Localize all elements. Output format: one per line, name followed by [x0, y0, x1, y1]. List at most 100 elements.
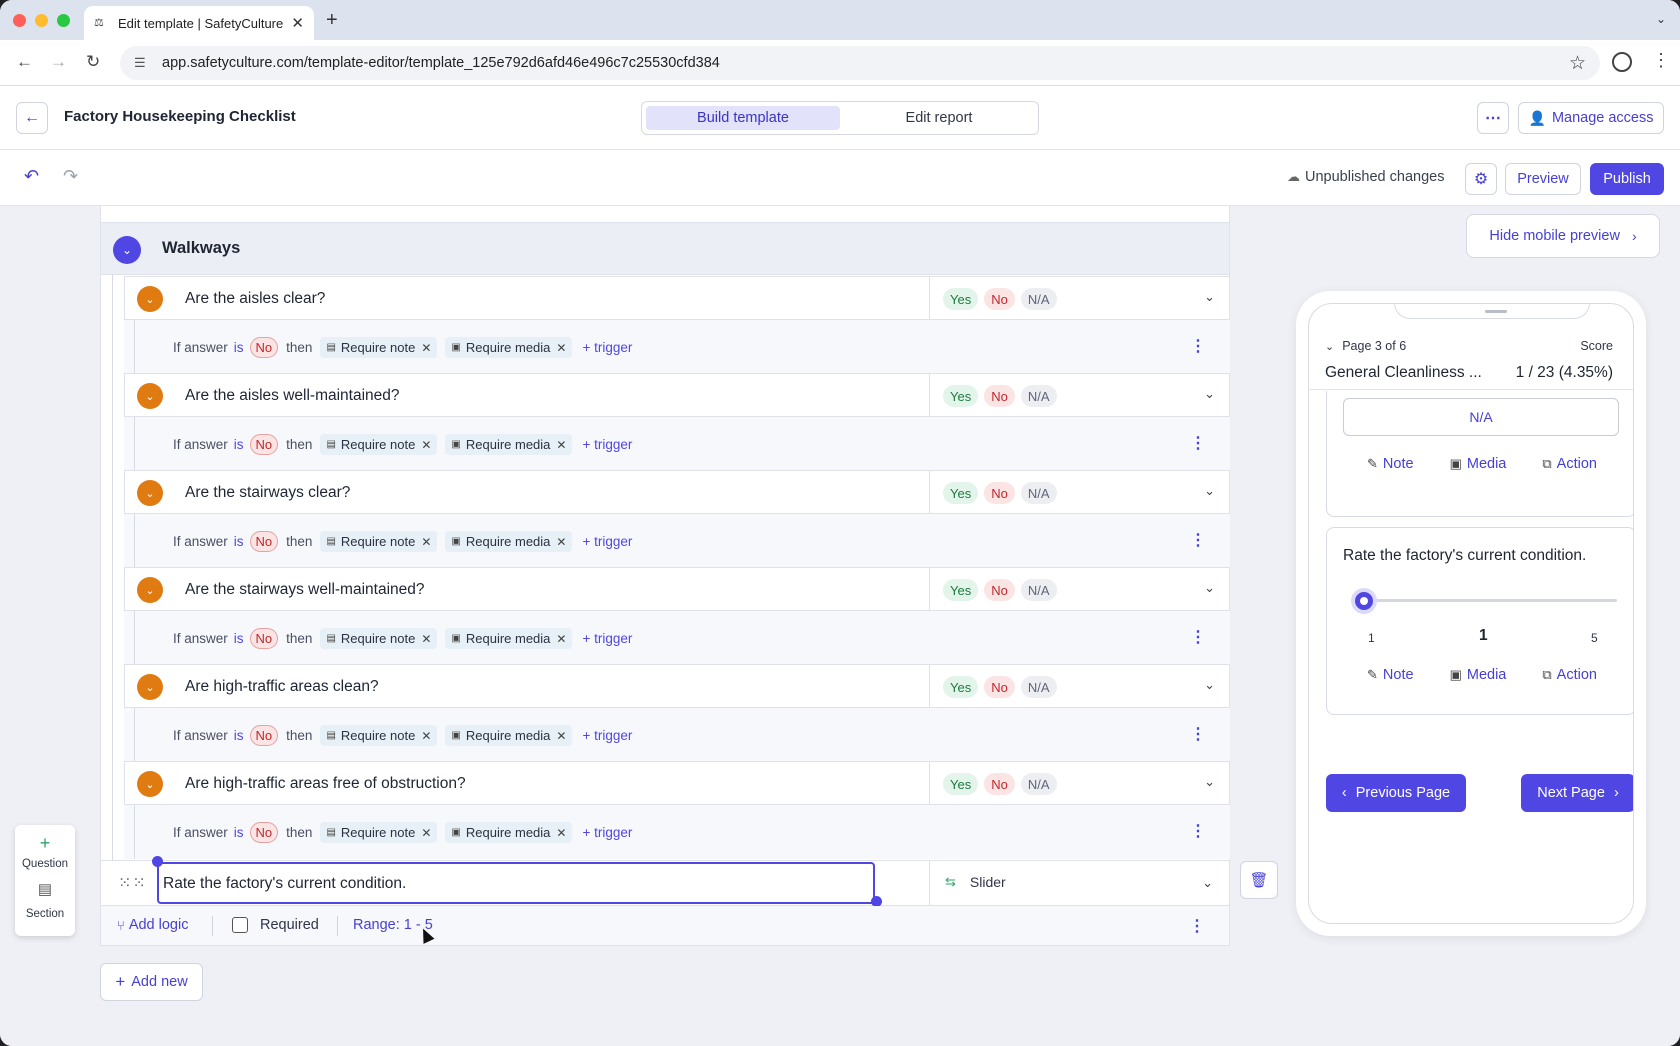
remove-trigger-icon[interactable]: ✕	[556, 826, 566, 840]
remove-trigger-icon[interactable]: ✕	[421, 438, 431, 452]
drag-handle-icon[interactable]: ⁙⁙	[118, 873, 147, 893]
require-note-trigger[interactable]: ▤ Require note ✕	[320, 822, 438, 843]
forward-arrow-icon[interactable]: →	[50, 52, 67, 72]
question-text[interactable]: Are the aisles well-maintained?	[185, 387, 400, 405]
remove-trigger-icon[interactable]: ✕	[556, 632, 566, 646]
more-options-icon[interactable]: ⋮	[1190, 433, 1206, 453]
more-options-icon[interactable]: ⋮	[1190, 336, 1206, 356]
maximize-window-button[interactable]	[57, 14, 70, 27]
require-media-trigger[interactable]: ▣ Require media ✕	[445, 628, 573, 649]
hide-mobile-preview-button[interactable]: Hide mobile preview ›	[1466, 214, 1660, 258]
required-checkbox[interactable]	[232, 917, 248, 933]
previous-page-button[interactable]: ‹ Previous Page	[1326, 774, 1466, 812]
require-note-trigger[interactable]: ▤ Require note ✕	[320, 434, 438, 455]
browser-menu-icon[interactable]: ⋮	[1652, 50, 1670, 71]
remove-trigger-icon[interactable]: ✕	[556, 535, 566, 549]
question-text[interactable]: Are the stairways clear?	[185, 484, 350, 502]
response-type-selector[interactable]: ⇆ Slider	[945, 874, 1006, 890]
publish-button[interactable]: Publish	[1590, 163, 1664, 195]
selected-question-row[interactable]: ⁙⁙ Rate the factory's current condition.…	[100, 856, 1230, 907]
add-logic-button[interactable]: ⑂ Add logic	[117, 917, 188, 933]
chevron-down-icon[interactable]: ⌄	[137, 480, 163, 506]
manage-access-button[interactable]: 👤 Manage access	[1518, 102, 1664, 134]
response-set[interactable]: Yes No N/A	[943, 288, 1057, 310]
question-text[interactable]: Are high-traffic areas clean?	[185, 678, 379, 696]
question-row[interactable]: ⌄ Are high-traffic areas clean? Yes No N/A ⌄	[124, 664, 1230, 708]
response-set[interactable]: Yes No N/A	[943, 579, 1057, 601]
response-set[interactable]: Yes No N/A	[943, 482, 1057, 504]
add-question-button[interactable]: Question	[15, 858, 75, 870]
operator-selector[interactable]: is	[234, 534, 244, 549]
preview-button[interactable]: Preview	[1505, 163, 1581, 195]
chevron-down-icon[interactable]: ⌄	[1204, 483, 1215, 499]
back-button[interactable]: ←	[16, 102, 48, 134]
media-button[interactable]: ▣ Media	[1450, 667, 1507, 683]
more-options-button[interactable]: ⋯	[1477, 102, 1509, 134]
browser-tab[interactable]: ⚖ Edit template | SafetyCulture ✕	[84, 6, 314, 40]
chevron-down-icon[interactable]: ⌄	[137, 286, 163, 312]
more-options-icon[interactable]: ⋮	[1190, 821, 1206, 841]
back-arrow-icon[interactable]: ←	[16, 52, 33, 72]
tab-search-icon[interactable]: ⌄	[1656, 12, 1666, 26]
add-section-button[interactable]: Section	[15, 908, 75, 920]
plus-icon[interactable]: +	[15, 833, 75, 854]
close-tab-icon[interactable]: ✕	[291, 14, 304, 32]
remove-trigger-icon[interactable]: ✕	[421, 826, 431, 840]
remove-trigger-icon[interactable]: ✕	[421, 535, 431, 549]
add-trigger-button[interactable]: + trigger	[582, 340, 632, 355]
add-trigger-button[interactable]: + trigger	[582, 728, 632, 743]
note-button[interactable]: ✎ Note	[1367, 456, 1414, 472]
chevron-down-icon[interactable]: ⌄	[1204, 580, 1215, 596]
response-set[interactable]: Yes No N/A	[943, 676, 1057, 698]
media-button[interactable]: ▣ Media	[1450, 456, 1507, 472]
question-text[interactable]: Are the aisles clear?	[185, 290, 325, 308]
slider-thumb[interactable]	[1351, 588, 1377, 614]
more-options-icon[interactable]: ⋮	[1189, 916, 1205, 936]
site-info-icon[interactable]: ☰	[134, 55, 152, 71]
chevron-down-icon[interactable]: ⌄	[113, 236, 141, 264]
section-header[interactable]: ⌄ Walkways	[100, 223, 1230, 275]
answer-value-chip[interactable]: No	[249, 628, 279, 649]
chevron-down-icon[interactable]: ⌄	[137, 383, 163, 409]
require-note-trigger[interactable]: ▤ Require note ✕	[320, 628, 438, 649]
next-page-button[interactable]: Next Page ›	[1521, 774, 1633, 812]
add-new-button[interactable]: + Add new	[100, 963, 203, 1001]
answer-value-chip[interactable]: No	[249, 725, 279, 746]
chevron-down-icon[interactable]: ⌄	[1204, 386, 1215, 402]
answer-value-chip[interactable]: No	[249, 434, 279, 455]
operator-selector[interactable]: is	[234, 340, 244, 355]
operator-selector[interactable]: is	[234, 728, 244, 743]
more-options-icon[interactable]: ⋮	[1190, 724, 1206, 744]
operator-selector[interactable]: is	[234, 825, 244, 840]
response-set[interactable]: Yes No N/A	[943, 385, 1057, 407]
require-media-trigger[interactable]: ▣ Require media ✕	[445, 434, 573, 455]
remove-trigger-icon[interactable]: ✕	[556, 438, 566, 452]
chevron-down-icon[interactable]: ⌄	[1204, 774, 1215, 790]
redo-icon[interactable]: ↷	[63, 166, 78, 187]
question-row[interactable]: ⌄ Are the stairways well-maintained? Yes No…	[124, 567, 1230, 611]
require-media-trigger[interactable]: ▣ Require media ✕	[445, 531, 573, 552]
remove-trigger-icon[interactable]: ✕	[556, 341, 566, 355]
minimize-window-button[interactable]	[35, 14, 48, 27]
question-row[interactable]: ⌄ Are high-traffic areas free of obstruct…	[124, 761, 1230, 805]
undo-icon[interactable]: ↶	[24, 166, 39, 187]
question-row[interactable]: ⌄ Are the stairways clear? Yes No N/A ⌄	[124, 470, 1230, 514]
action-button[interactable]: ⧉ Action	[1542, 456, 1597, 472]
response-set[interactable]: Yes No N/A	[943, 773, 1057, 795]
remove-trigger-icon[interactable]: ✕	[421, 632, 431, 646]
tab-build-template[interactable]: Build template	[646, 106, 840, 130]
chevron-down-icon[interactable]: ⌄	[1204, 677, 1215, 693]
answer-value-chip[interactable]: No	[249, 337, 279, 358]
more-options-icon[interactable]: ⋮	[1190, 530, 1206, 550]
chevron-down-icon[interactable]: ⌄	[137, 771, 163, 797]
delete-question-button[interactable]: 🗑	[1240, 861, 1278, 899]
note-button[interactable]: ✎ Note	[1367, 667, 1414, 683]
remove-trigger-icon[interactable]: ✕	[421, 341, 431, 355]
new-tab-icon[interactable]: +	[326, 9, 338, 32]
require-note-trigger[interactable]: ▤ Require note ✕	[320, 531, 438, 552]
resize-handle[interactable]	[152, 856, 163, 867]
operator-selector[interactable]: is	[234, 437, 244, 452]
bookmark-star-icon[interactable]: ☆	[1569, 52, 1586, 75]
question-row[interactable]: ⌄ Are the aisles clear? Yes No N/A ⌄	[124, 276, 1230, 320]
profile-icon[interactable]	[1612, 52, 1632, 72]
